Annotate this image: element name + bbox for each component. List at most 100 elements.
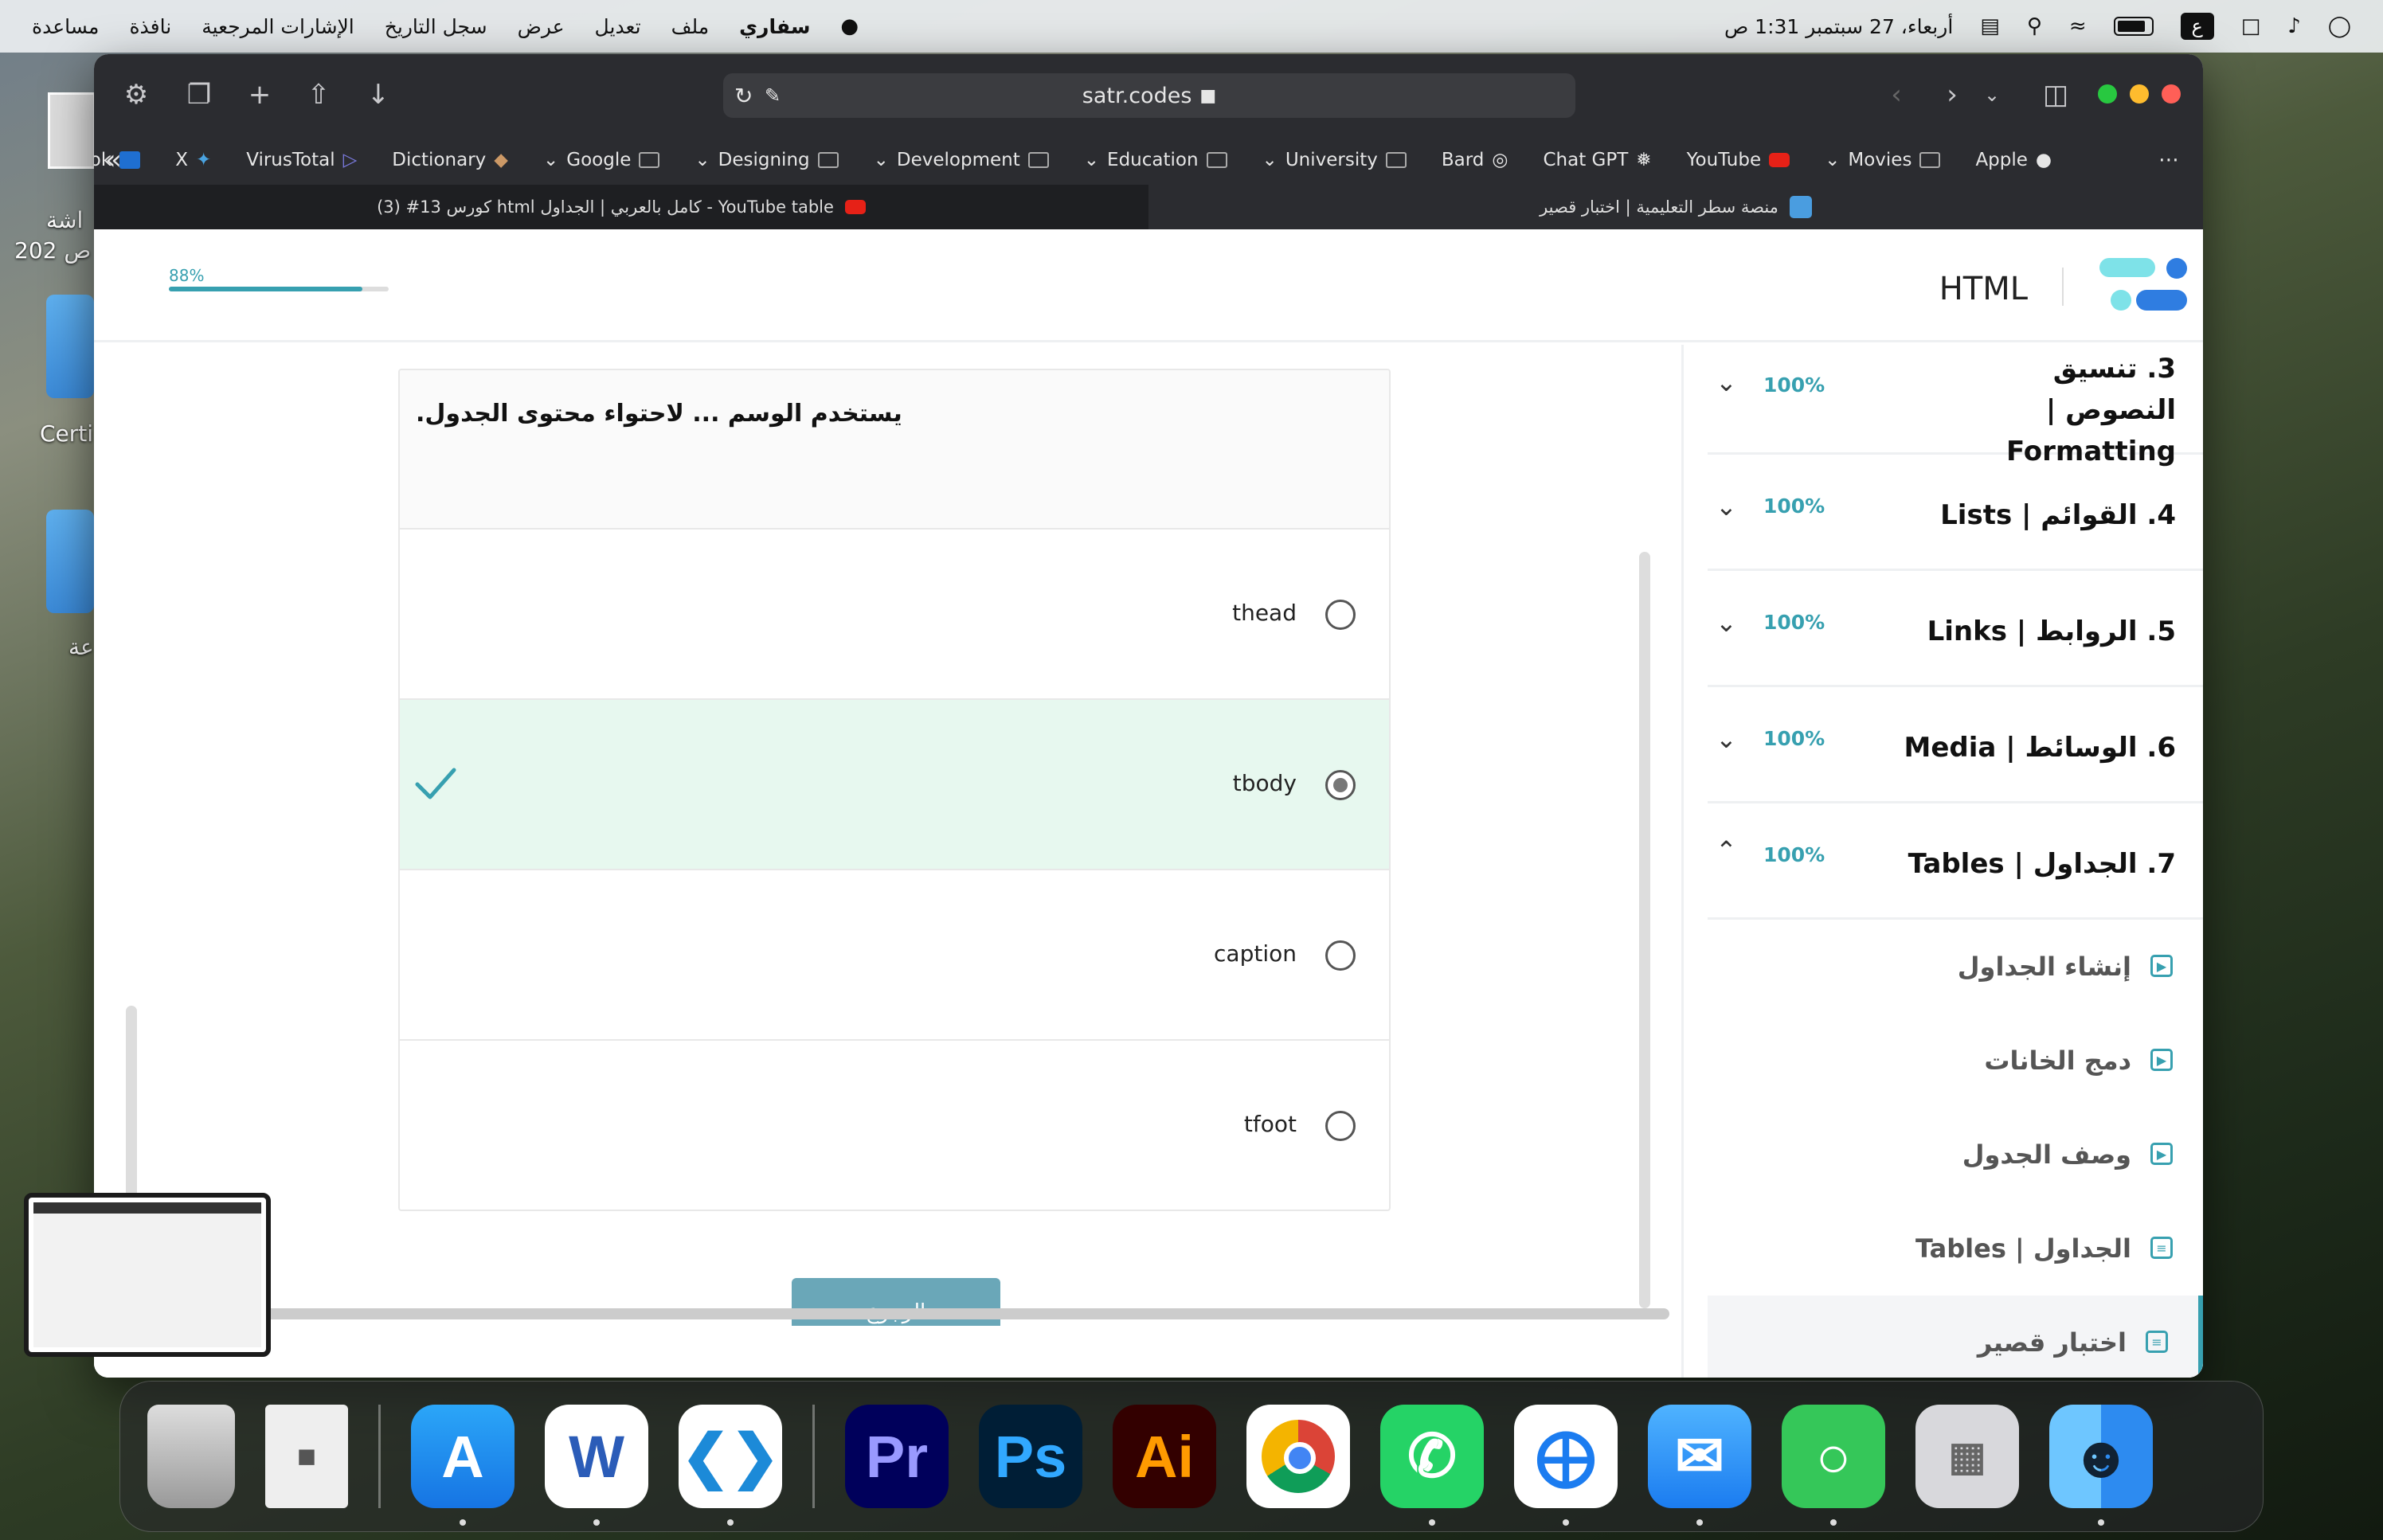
menu-clock[interactable]: أربعاء، 27 سبتمبر 1:31 ص bbox=[1724, 15, 1953, 38]
bookmark-bard[interactable]: Bard ◎ bbox=[1442, 150, 1508, 170]
radio-button[interactable] bbox=[1325, 940, 1356, 971]
lesson-merge-cells[interactable]: دمج الخانات ▶ bbox=[1708, 1014, 2203, 1108]
battery-icon[interactable] bbox=[2113, 17, 2154, 36]
bookmark-education[interactable]: ⌄ Education bbox=[1084, 150, 1227, 170]
menu-item-file[interactable]: ملف bbox=[671, 15, 710, 38]
wifi-icon[interactable]: ≈ bbox=[2069, 14, 2087, 38]
sidebar-section-lists[interactable]: 4. القوائم | Lists 100% ⌄ bbox=[1708, 455, 2203, 571]
menu-item-window[interactable]: نافذة bbox=[129, 15, 171, 38]
sidebar-section-tables[interactable]: 7. الجداول | Tables 100% ⌃ bbox=[1708, 803, 2203, 920]
spotlight-search-icon[interactable]: ⚲ bbox=[2027, 14, 2042, 38]
bookmark-apple[interactable]: Apple ● bbox=[1975, 150, 2052, 170]
sidebar-section-links[interactable]: 5. الروابط | Links 100% ⌄ bbox=[1708, 571, 2203, 687]
screenshot-thumbnail[interactable] bbox=[24, 1193, 271, 1357]
illustrator-icon[interactable]: Ai bbox=[1113, 1405, 1216, 1508]
menu-item-help[interactable]: مساعدة bbox=[32, 15, 99, 38]
bookmark-chatgpt[interactable]: Chat GPT ❅ bbox=[1543, 150, 1651, 170]
radio-button-selected[interactable] bbox=[1325, 770, 1356, 800]
input-language-icon[interactable]: ع bbox=[2180, 13, 2214, 40]
bookmark-university[interactable]: ⌄ University bbox=[1262, 150, 1407, 170]
desktop-folder-icon[interactable] bbox=[46, 295, 94, 398]
answer-option-tfoot[interactable]: tfoot bbox=[400, 1041, 1389, 1210]
minimize-window-button[interactable] bbox=[2130, 84, 2149, 104]
bookmark-google[interactable]: ⌄ Google bbox=[543, 150, 660, 170]
bookmark-development[interactable]: ⌄ Development bbox=[874, 150, 1049, 170]
menu-item-bookmarks[interactable]: الإشارات المرجعية bbox=[202, 15, 354, 38]
lesson-short-quiz[interactable]: اختبار قصير ≡ bbox=[1708, 1296, 2203, 1378]
trash-icon[interactable] bbox=[147, 1405, 235, 1508]
collapse-bookmarks-icon[interactable]: « bbox=[105, 144, 122, 176]
bookmark-x[interactable]: X ✦ bbox=[175, 150, 211, 170]
mail-icon[interactable]: ✉ bbox=[1648, 1405, 1751, 1526]
chevron-down-icon[interactable]: ⌄ bbox=[1716, 724, 1737, 754]
downloads-icon[interactable]: ↓ bbox=[358, 75, 398, 115]
chrome-icon[interactable] bbox=[1246, 1405, 1350, 1508]
bookmark-dictionary[interactable]: Dictionary ◆ bbox=[392, 150, 508, 170]
control-center-icon[interactable]: ▤ bbox=[1980, 14, 2000, 38]
zoom-window-button[interactable] bbox=[2098, 84, 2117, 104]
creative-cloud-icon[interactable]: ◯ bbox=[2328, 14, 2351, 38]
sidebar-section-formatting[interactable]: 3. تنسيق النصوص | Formatting 100% ⌄ bbox=[1708, 345, 2203, 467]
finder-icon[interactable]: ☻ bbox=[2049, 1405, 2153, 1526]
forward-icon[interactable]: › bbox=[1932, 75, 1972, 115]
back-icon[interactable]: ‹ bbox=[1876, 75, 1916, 115]
answer-option-caption[interactable]: caption bbox=[400, 870, 1389, 1041]
answer-option-tbody[interactable]: tbody bbox=[400, 700, 1389, 870]
reload-icon[interactable]: ↻ bbox=[734, 83, 753, 109]
share-icon[interactable]: ⇧ bbox=[299, 75, 338, 115]
launchpad-icon[interactable]: ▦ bbox=[1915, 1405, 2019, 1508]
chatgpt-icon: ❅ bbox=[1636, 150, 1652, 170]
chevron-down-icon[interactable]: ⌄ bbox=[1716, 367, 1737, 397]
apple-menu-icon[interactable]: ● bbox=[840, 14, 859, 38]
lesson-create-tables[interactable]: إنشاء الجداول ▶ bbox=[1708, 920, 2203, 1014]
radio-button[interactable] bbox=[1325, 600, 1356, 630]
bookmark-youtube[interactable]: YouTube bbox=[1687, 150, 1790, 170]
bookmark-movies[interactable]: ⌄ Movies bbox=[1825, 150, 1941, 170]
safari-icon[interactable]: ⨁ bbox=[1514, 1405, 1618, 1526]
vscode-icon[interactable]: ❮❯ bbox=[679, 1405, 782, 1526]
disk-image-icon[interactable]: ■ bbox=[265, 1405, 348, 1508]
menu-app-name[interactable]: سفاري bbox=[739, 15, 810, 38]
menu-item-view[interactable]: عرض bbox=[518, 15, 565, 38]
site-header: HTML 88% bbox=[94, 229, 2203, 342]
lesson-table-caption[interactable]: وصف الجدول ▶ bbox=[1708, 1108, 2203, 1202]
menu-item-history[interactable]: سجل التاريخ bbox=[385, 15, 487, 38]
all-bookmarks-grid-icon[interactable]: ⋯ bbox=[2158, 148, 2179, 172]
desktop-folder-icon[interactable] bbox=[46, 510, 94, 613]
photoshop-icon[interactable]: Ps bbox=[979, 1405, 1082, 1508]
settings-gear-icon[interactable]: ⚙ bbox=[116, 75, 156, 115]
new-tab-icon[interactable]: + bbox=[240, 75, 280, 115]
tab-satr-quiz[interactable]: منصة سطر التعليمية | اختبار قصير bbox=[1148, 185, 2203, 229]
whatsapp-icon[interactable]: ✆ bbox=[1380, 1405, 1484, 1526]
close-window-button[interactable] bbox=[2162, 84, 2181, 104]
answer-option-thead[interactable]: thead bbox=[400, 530, 1389, 700]
translate-icon[interactable]: ✎ bbox=[765, 84, 781, 107]
tab-youtube[interactable]: (3) #13 كورس html كامل بالعربي | الجداول… bbox=[94, 185, 1148, 229]
screen-mirroring-icon[interactable]: □ bbox=[2241, 14, 2261, 38]
satr-logo-icon[interactable] bbox=[2099, 258, 2187, 314]
course-title: HTML bbox=[1939, 271, 2028, 307]
address-bar[interactable]: ↻ ✎ satr.codes ■ bbox=[723, 73, 1575, 118]
tab-group-chevron-icon[interactable]: ⌄ bbox=[1972, 75, 2012, 115]
sidebar-section-media[interactable]: 6. الوسائط | Media 100% ⌄ bbox=[1708, 687, 2203, 803]
bookmark-virustotal[interactable]: VirusTotal ▷ bbox=[246, 150, 357, 170]
messages-icon[interactable]: ○ bbox=[1782, 1405, 1885, 1526]
chevron-down-icon[interactable]: ⌄ bbox=[1716, 608, 1737, 638]
premiere-pro-icon[interactable]: Pr bbox=[845, 1405, 949, 1508]
airpods-icon[interactable]: ♪ bbox=[2287, 14, 2301, 38]
safari-window: ◫ ⌄ › ‹ ↻ ✎ satr.codes ■ ↓ ⇧ + ❐ ⚙ ⋯ App… bbox=[94, 54, 2203, 1378]
bookmark-designing[interactable]: ⌄ Designing bbox=[695, 150, 839, 170]
tab-overview-icon[interactable]: ❐ bbox=[179, 75, 219, 115]
radio-button[interactable] bbox=[1325, 1111, 1356, 1141]
vertical-scrollbar[interactable] bbox=[1639, 552, 1650, 1308]
desktop-screenshot-file-icon[interactable] bbox=[48, 92, 96, 169]
chevron-up-icon[interactable]: ⌃ bbox=[1716, 835, 1737, 866]
chevron-down-icon[interactable]: ⌄ bbox=[1716, 491, 1737, 522]
lesson-tables-article[interactable]: الجداول | Tables ≡ bbox=[1708, 1202, 2203, 1296]
menu-item-edit[interactable]: تعديل bbox=[595, 15, 641, 38]
app-store-icon[interactable]: A bbox=[411, 1405, 515, 1526]
word-icon[interactable]: W bbox=[545, 1405, 648, 1526]
virustotal-icon: ▷ bbox=[342, 150, 358, 170]
horizontal-scrollbar[interactable] bbox=[142, 1308, 1669, 1319]
sidebar-toggle-icon[interactable]: ◫ bbox=[2036, 75, 2076, 115]
